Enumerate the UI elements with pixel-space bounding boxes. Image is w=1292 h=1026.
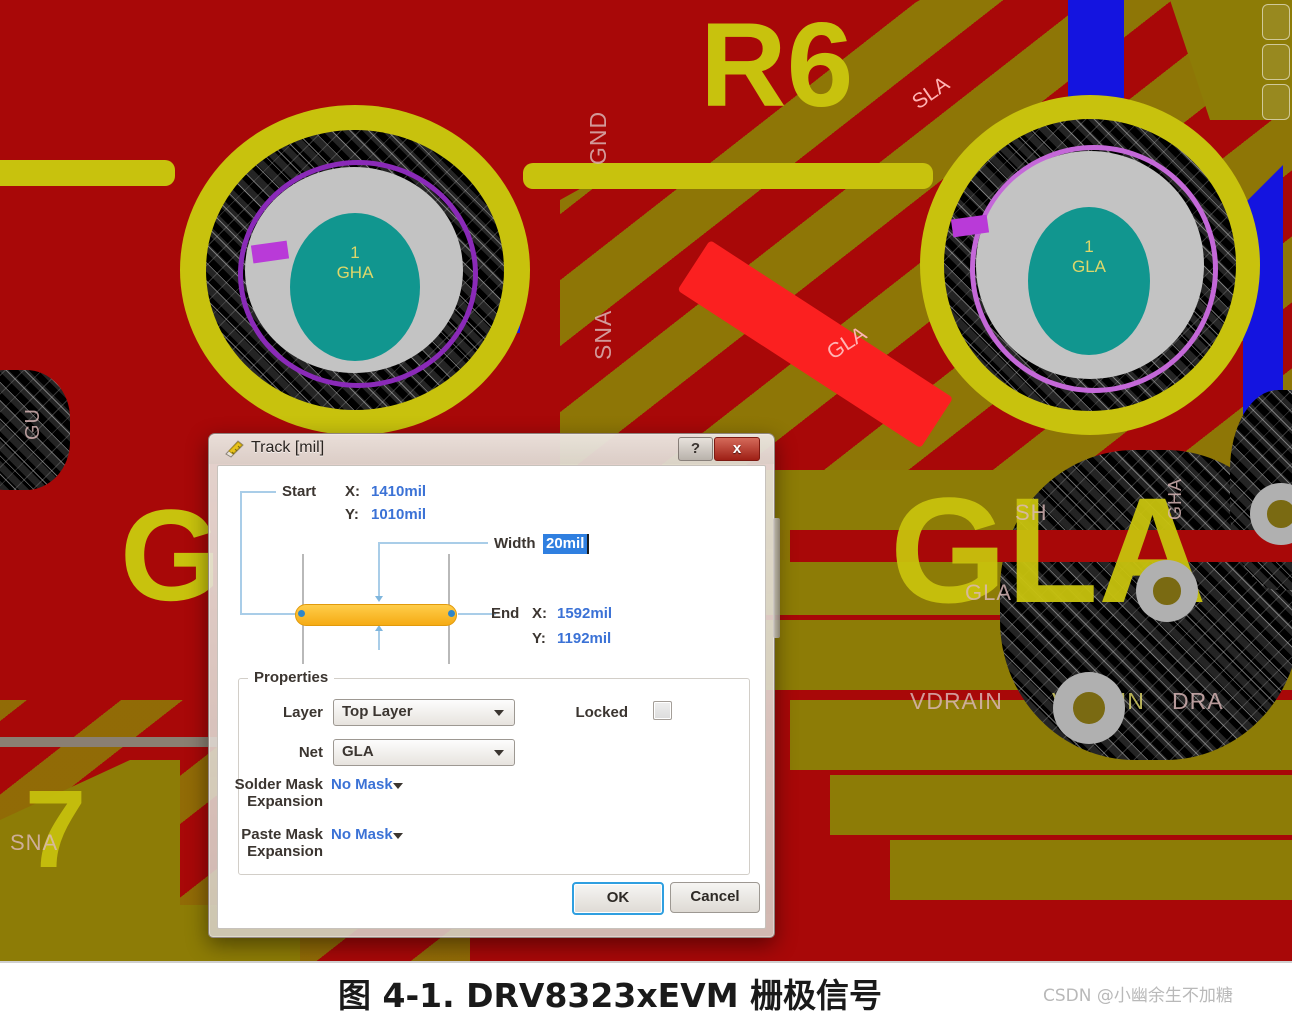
end-label: End bbox=[491, 605, 520, 622]
solder-mask-expansion-value[interactable]: No Mask bbox=[331, 776, 393, 793]
start-y-value[interactable]: 1010mil bbox=[371, 506, 426, 523]
help-button[interactable]: ? bbox=[678, 437, 713, 461]
pad-gla-net: GLA bbox=[1071, 257, 1107, 276]
locked-checkbox[interactable] bbox=[653, 701, 672, 720]
start-y-label: Y: bbox=[345, 506, 359, 523]
track-shape-preview bbox=[295, 604, 457, 626]
ghost-panel-2[interactable] bbox=[1262, 44, 1290, 80]
width-label: Width bbox=[494, 535, 536, 552]
pad-group-gha[interactable]: 1 GHA bbox=[180, 105, 530, 435]
leader-start bbox=[240, 492, 242, 615]
chevron-down-icon bbox=[494, 710, 504, 716]
track-geometry-preview: Start X: 1410mil Y: 1010mil Width 20mil … bbox=[240, 480, 748, 665]
layer-label: Layer bbox=[282, 704, 323, 721]
start-x-value[interactable]: 1410mil bbox=[371, 483, 426, 500]
end-y-value[interactable]: 1192mil bbox=[557, 630, 611, 647]
pad-group-gla[interactable]: 1 GLA bbox=[920, 95, 1260, 435]
net-label: Net bbox=[298, 744, 323, 761]
via-pad-vdrain[interactable] bbox=[1053, 672, 1125, 744]
end-y-label: Y: bbox=[532, 630, 546, 647]
start-label: Start bbox=[282, 483, 317, 500]
grey-guide-line bbox=[0, 737, 230, 747]
leader-width-bottom-stub bbox=[378, 628, 380, 650]
silk-trace-left-horizontal bbox=[0, 160, 175, 186]
cancel-button[interactable]: Cancel bbox=[670, 882, 760, 913]
width-input[interactable]: 20mil bbox=[543, 534, 590, 554]
pad-gha-hole: 1 GHA bbox=[290, 213, 420, 361]
track-ruler-icon bbox=[225, 440, 244, 458]
paste-mask-label-line2: Expansion bbox=[247, 843, 323, 860]
net-label-sh-a: SH bbox=[1015, 500, 1048, 525]
track-end-endpoint bbox=[448, 610, 455, 617]
net-select-value: GLA bbox=[342, 743, 374, 760]
net-label-gu: GU bbox=[22, 408, 44, 440]
dialog-titlebar[interactable]: Track [mil] ? x bbox=[209, 434, 774, 464]
start-x-label: X: bbox=[345, 483, 360, 500]
leader-width-horizontal bbox=[378, 542, 488, 544]
end-x-value[interactable]: 1592mil bbox=[557, 605, 612, 622]
net-label-vdrain-left: VDRAIN bbox=[910, 688, 1003, 714]
ok-button[interactable]: OK bbox=[572, 882, 664, 915]
locked-label: Locked bbox=[575, 704, 628, 721]
chevron-down-icon[interactable] bbox=[393, 833, 403, 839]
layer-select-value: Top Layer bbox=[342, 703, 413, 720]
pad-gla-number: 1 bbox=[1084, 237, 1094, 256]
net-label-sna-upper: SNA bbox=[590, 309, 616, 360]
width-arrow-down-icon bbox=[375, 596, 383, 602]
layer-select[interactable]: Top Layer bbox=[333, 699, 515, 726]
chevron-down-icon bbox=[494, 750, 504, 756]
solder-mask-label-line1: Solder Mask bbox=[234, 776, 323, 793]
copper-shelf-6 bbox=[890, 840, 1292, 900]
designator-g-left: G bbox=[120, 482, 222, 628]
figure-caption-area: 图 4-1. DRV8323xEVM 栅极信号 CSDN @小幽余生不加糖 bbox=[0, 963, 1292, 1026]
leader-start-bottom bbox=[240, 613, 298, 615]
close-button[interactable]: x bbox=[714, 437, 760, 461]
net-label-gh-small: GHA bbox=[1165, 477, 1185, 520]
leader-start-top bbox=[240, 491, 276, 493]
pad-gla-hole: 1 GLA bbox=[1028, 207, 1150, 355]
ghost-panel-3[interactable] bbox=[1262, 84, 1290, 120]
net-label-gla-mid: GLA bbox=[965, 580, 1013, 605]
pad-gha-number: 1 bbox=[350, 243, 360, 262]
copper-shelf-5 bbox=[830, 775, 1292, 835]
silk-trace-mid-horizontal bbox=[523, 163, 933, 189]
net-label-gnd: GND bbox=[585, 110, 611, 165]
chevron-down-icon[interactable] bbox=[393, 783, 403, 789]
paste-mask-expansion-value[interactable]: No Mask bbox=[331, 826, 393, 843]
properties-legend: Properties bbox=[248, 669, 335, 686]
leader-width-vertical bbox=[378, 542, 380, 597]
net-label-sna-lower: SNA bbox=[10, 830, 59, 855]
via-pad-gha[interactable] bbox=[1136, 560, 1198, 622]
ghost-panel-1[interactable] bbox=[1262, 4, 1290, 40]
dialog-title: Track [mil] bbox=[251, 439, 325, 456]
pad-gha-net: GHA bbox=[336, 263, 374, 282]
dialog-body: Start X: 1410mil Y: 1010mil Width 20mil … bbox=[217, 465, 766, 929]
dialog-scroll-sliver[interactable] bbox=[773, 518, 780, 638]
end-x-label: X: bbox=[532, 605, 547, 622]
track-properties-dialog[interactable]: Track [mil] ? x Start X: 1410mil Y: 1010… bbox=[208, 433, 780, 938]
csdn-watermark: CSDN @小幽余生不加糖 bbox=[1043, 986, 1233, 1006]
screenshot-root: 1 GHA 1 GLA R6 7 GLA G GND SNA SLA GLA S… bbox=[0, 0, 1292, 1026]
figure-caption: 图 4-1. DRV8323xEVM 栅极信号 bbox=[338, 976, 883, 1015]
paste-mask-label-line1: Paste Mask bbox=[241, 826, 323, 843]
net-label-dra: DRA bbox=[1172, 688, 1224, 714]
track-start-endpoint bbox=[298, 610, 305, 617]
solder-mask-label-line2: Expansion bbox=[247, 793, 323, 810]
designator-r6: R6 bbox=[700, 0, 854, 132]
net-select[interactable]: GLA bbox=[333, 739, 515, 766]
